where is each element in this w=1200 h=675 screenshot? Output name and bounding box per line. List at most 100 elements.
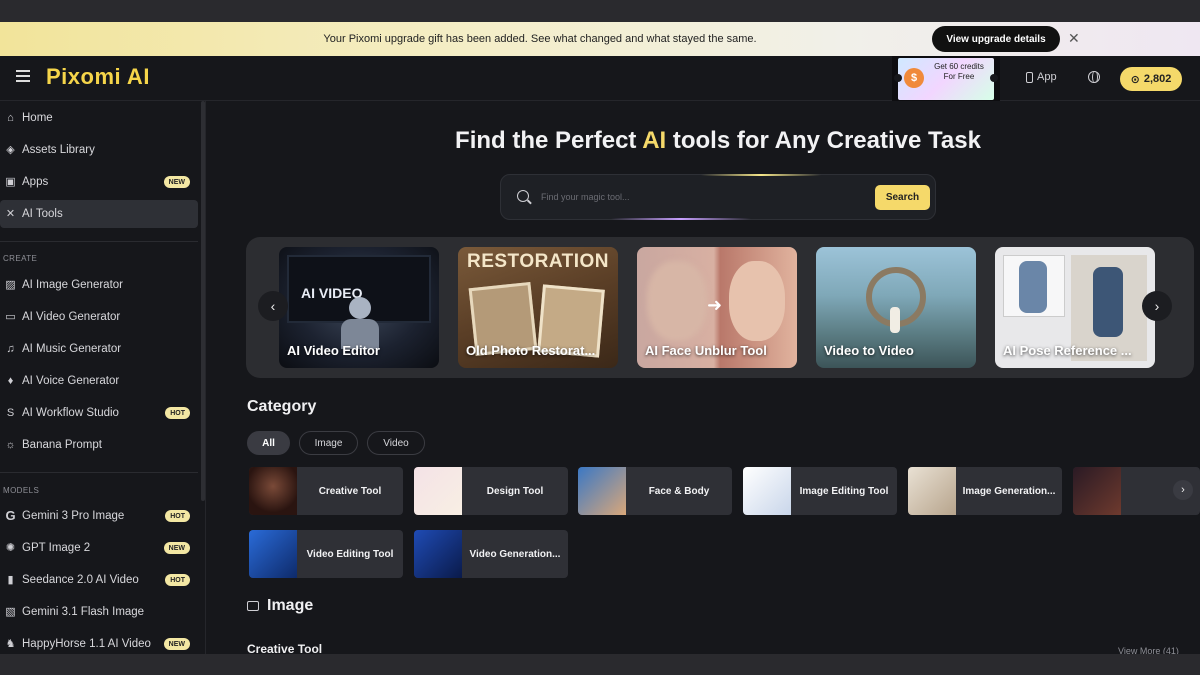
- sidebar-item-banana-prompt[interactable]: ☼ Banana Prompt: [0, 431, 198, 459]
- carousel-card-ai-video-editor[interactable]: AI VIDEO AI Video Editor: [279, 247, 439, 368]
- sidebar-item-label: Seedance 2.0 AI Video: [22, 574, 139, 586]
- sidebar-item-ai-voice-generator[interactable]: ♦ AI Voice Generator: [0, 367, 198, 395]
- credits-value: 2,802: [1143, 73, 1172, 85]
- tool-label: Image Generation...: [962, 485, 1056, 497]
- sidebar-item-label: AI Workflow Studio: [22, 407, 119, 419]
- hot-badge: HOT: [165, 407, 190, 419]
- tool-category-others[interactable]: Ot ›: [1073, 467, 1200, 515]
- logo[interactable]: Pixomi AI: [46, 64, 150, 90]
- layers-icon: ◈: [6, 144, 15, 156]
- sidebar-scrollbar[interactable]: [201, 101, 205, 501]
- tool-thumbnail: [578, 467, 626, 515]
- pose-figure-left: [1019, 261, 1047, 313]
- tool-thumbnail: [249, 467, 297, 515]
- arrow-right-icon: ➜: [707, 295, 723, 315]
- app-label: App: [1037, 71, 1057, 83]
- figure-shape: [890, 307, 900, 333]
- card-label: AI Video Editor: [287, 343, 380, 358]
- apps-icon: ▣: [5, 176, 16, 188]
- sidebar-item-label: AI Tools: [22, 208, 63, 220]
- sidebar-item-ai-tools[interactable]: ✕ AI Tools: [0, 200, 198, 228]
- tool-category-image-editing-tool[interactable]: Image Editing Tool: [743, 467, 897, 515]
- filter-chip-image[interactable]: Image: [299, 431, 358, 455]
- free-credits-promo[interactable]: $ Get 60 credits For Free: [892, 56, 1000, 101]
- search-glow-top: [701, 174, 821, 176]
- tool-category-image-generation[interactable]: Image Generation...: [908, 467, 1062, 515]
- image-section-heading: Image: [247, 597, 313, 615]
- blurred-face: [647, 261, 707, 341]
- sidebar-item-ai-image-generator[interactable]: ▨ AI Image Generator: [0, 271, 198, 299]
- sidebar-item-gemini-3-1-flash-image[interactable]: ▧ Gemini 3.1 Flash Image: [0, 598, 198, 626]
- card-overlay-text: RESTORATION: [466, 251, 610, 272]
- sidebar-item-gpt-image-2[interactable]: ✺ GPT Image 2 NEW: [0, 534, 198, 562]
- new-badge: NEW: [163, 176, 190, 188]
- tool-category-video-editing-tool[interactable]: Video Editing Tool: [249, 530, 403, 578]
- filter-chip-video[interactable]: Video: [367, 431, 425, 455]
- sidebar-item-label: Assets Library: [22, 144, 95, 156]
- carousel-card-video-to-video[interactable]: Video to Video: [816, 247, 976, 368]
- tool-label: Creative Tool: [318, 485, 382, 497]
- promo-notch-left: [894, 74, 902, 82]
- carousel-next-button[interactable]: ›: [1142, 291, 1172, 321]
- tool-thumbnail: [249, 530, 297, 578]
- carousel-card-old-photo-restoration[interactable]: RESTORATION Old Photo Restorat...: [458, 247, 618, 368]
- tool-category-face-body[interactable]: Face & Body: [578, 467, 732, 515]
- home-icon: ⌂: [7, 111, 14, 124]
- tool-thumbnail: [908, 467, 956, 515]
- close-icon[interactable]: ✕: [1068, 30, 1080, 47]
- search-input[interactable]: [541, 187, 861, 207]
- carousel-card-ai-face-unblur[interactable]: ➜ AI Face Unblur Tool: [637, 247, 797, 368]
- globe-icon[interactable]: [1088, 71, 1100, 83]
- category-heading: Category: [247, 398, 317, 415]
- promo-text: Get 60 credits For Free: [934, 62, 984, 81]
- tool-category-video-generation[interactable]: Video Generation...: [414, 530, 568, 578]
- view-upgrade-details-button[interactable]: View upgrade details: [932, 26, 1060, 52]
- coin-icon: $: [904, 68, 924, 88]
- tool-category-design-tool[interactable]: Design Tool: [414, 467, 568, 515]
- main-content: Find the Perfect AI tools for Any Creati…: [206, 101, 1200, 654]
- sidebar-item-ai-workflow-studio[interactable]: S AI Workflow Studio HOT: [0, 399, 198, 427]
- hot-badge: HOT: [165, 510, 190, 522]
- workflow-icon: S: [6, 406, 15, 419]
- phone-icon: [1026, 71, 1033, 83]
- page-title: Find the Perfect AI tools for Any Creati…: [206, 127, 1200, 155]
- menu-icon[interactable]: [16, 70, 30, 82]
- sidebar-item-seedance-2-ai-video[interactable]: ▮ Seedance 2.0 AI Video HOT: [0, 566, 198, 594]
- card-label: Old Photo Restorat...: [466, 343, 596, 358]
- carousel-prev-button[interactable]: ‹: [258, 291, 288, 321]
- tool-thumbnail: [1073, 467, 1121, 515]
- credits-balance[interactable]: ⊙ 2,802: [1120, 67, 1182, 91]
- hero-title-after: tools for Any Creative Task: [666, 127, 981, 154]
- carousel-card-ai-pose-reference[interactable]: AI Pose Reference ...: [995, 247, 1155, 368]
- filter-chip-all[interactable]: All: [247, 431, 290, 455]
- clear-face: [729, 261, 785, 341]
- sidebar-item-label: HappyHorse 1.1 AI Video: [22, 638, 151, 650]
- bulb-icon: ☼: [5, 438, 16, 451]
- app-shell: Pixomi AI $ Get 60 credits For Free App …: [0, 56, 1200, 654]
- models-section-label: MODELS: [3, 486, 40, 495]
- credits-coin-icon: ⊙: [1130, 73, 1140, 86]
- view-more-link[interactable]: View More (41): [1118, 646, 1179, 654]
- openai-icon: ✺: [5, 542, 16, 554]
- gemini-icon: G: [5, 508, 16, 523]
- sidebar-item-ai-music-generator[interactable]: ♫ AI Music Generator: [0, 335, 198, 363]
- sidebar-item-ai-video-generator[interactable]: ▭ AI Video Generator: [0, 303, 198, 331]
- banner-text: Your Pixomi upgrade gift has been added.…: [323, 33, 757, 45]
- new-badge: NEW: [163, 542, 190, 554]
- category-next-button[interactable]: ›: [1173, 480, 1193, 500]
- sidebar-item-assets-library[interactable]: ◈ Assets Library: [0, 136, 198, 164]
- sidebar-item-home[interactable]: ⌂ Home: [0, 104, 198, 132]
- tool-category-creative-tool[interactable]: Creative Tool: [249, 467, 403, 515]
- app-download-link[interactable]: App: [1026, 71, 1057, 83]
- robot-head: [349, 297, 371, 319]
- hot-badge: HOT: [165, 574, 190, 586]
- chevron-right-icon: ›: [1154, 298, 1160, 314]
- bottom-strip: [0, 654, 1200, 675]
- sidebar-item-gemini-3-pro-image[interactable]: G Gemini 3 Pro Image HOT: [0, 502, 198, 530]
- sidebar-item-label: AI Image Generator: [22, 279, 123, 291]
- sidebar-item-label: AI Video Generator: [22, 311, 121, 323]
- card-label: AI Pose Reference ...: [1003, 343, 1132, 358]
- search-button[interactable]: Search: [875, 185, 930, 210]
- sidebar-item-happyhorse-ai-video[interactable]: ♞ HappyHorse 1.1 AI Video NEW: [0, 630, 198, 654]
- sidebar-item-apps[interactable]: ▣ Apps NEW: [0, 168, 198, 196]
